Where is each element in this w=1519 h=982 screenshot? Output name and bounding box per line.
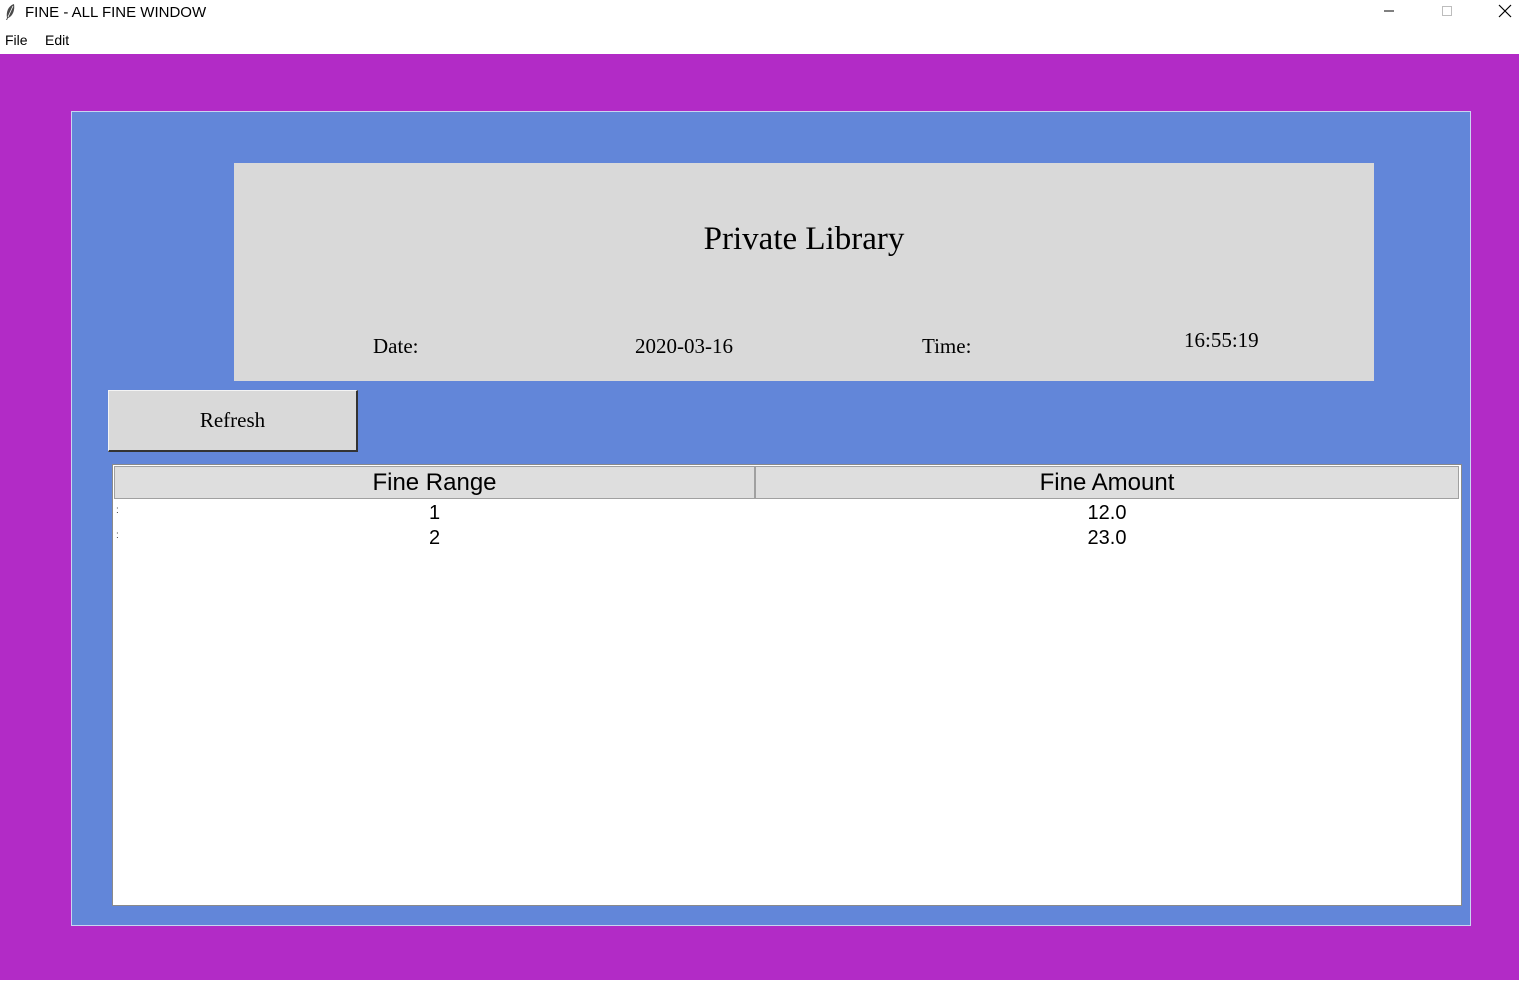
maximize-button[interactable] [1418, 0, 1476, 26]
cell-fine-amount: 23.0 [1087, 527, 1127, 549]
page-title: Private Library [703, 221, 905, 257]
cell-fine-range: 1 [428, 502, 441, 524]
library-header: Private Library Date: 2020-03-16 Time: 1… [234, 163, 1374, 381]
cell-fine-amount: 12.0 [1087, 502, 1127, 524]
refresh-button[interactable]: Refresh [108, 390, 358, 452]
fines-table[interactable]: Fine Range Fine Amount : 1 12.0 : 2 23.0 [112, 464, 1462, 906]
menu-bar: File Edit [0, 27, 1519, 53]
column-header-fine-amount[interactable]: Fine Amount [755, 466, 1459, 499]
title-bar[interactable]: FINE - ALL FINE WINDOW [0, 0, 1519, 26]
main-background: Private Library Date: 2020-03-16 Time: 1… [0, 54, 1519, 980]
date-value: 2020-03-16 [635, 334, 733, 358]
feather-icon [4, 3, 16, 21]
table-header: Fine Range Fine Amount [114, 466, 1459, 499]
window-title: FINE - ALL FINE WINDOW [25, 4, 207, 21]
app-window: FINE - ALL FINE WINDOW File Edit Private… [0, 0, 1519, 982]
time-value: 16:55:19 [1184, 328, 1259, 352]
date-label: Date: [373, 334, 419, 358]
close-icon [1498, 4, 1512, 23]
time-label: Time: [922, 334, 972, 358]
table-row[interactable]: : 2 23.0 [114, 526, 1460, 551]
minimize-button[interactable] [1360, 0, 1418, 26]
cell-fine-range: 2 [428, 527, 441, 549]
table-row[interactable]: : 1 12.0 [114, 501, 1460, 526]
column-header-fine-range[interactable]: Fine Range [114, 466, 755, 499]
row-marker: : [116, 505, 119, 516]
menu-file[interactable]: File [5, 32, 28, 48]
row-marker: : [116, 530, 119, 541]
minimize-icon [1383, 4, 1395, 22]
close-button[interactable] [1476, 0, 1519, 26]
menu-edit[interactable]: Edit [45, 32, 69, 48]
content-panel: Private Library Date: 2020-03-16 Time: 1… [71, 111, 1471, 926]
maximize-icon [1441, 4, 1453, 22]
